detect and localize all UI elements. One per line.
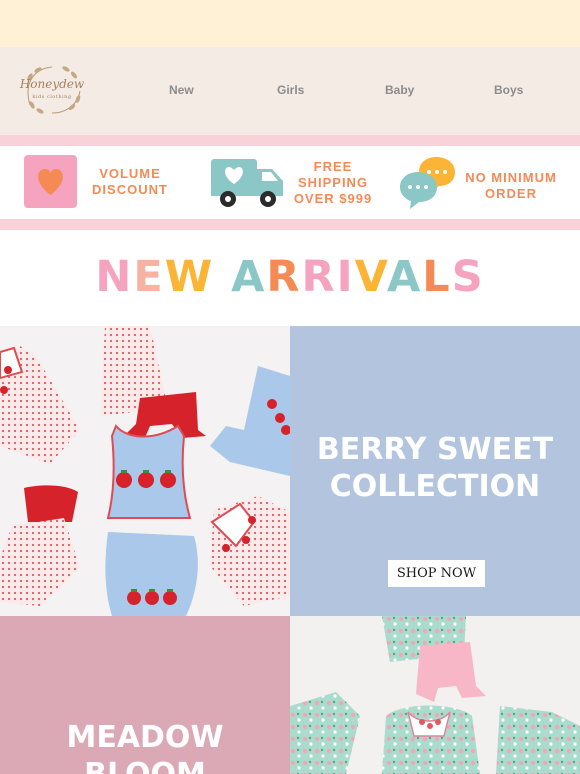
divider-strip (0, 135, 580, 146)
perk-volume-discount: VOLUME DISCOUNT (92, 166, 168, 197)
meadow-bloom-collection-panel: MEADOW BLOOM (0, 616, 290, 774)
floral-outfits-image (290, 616, 580, 774)
top-announcement-bar (0, 0, 580, 47)
berry-sweet-product-photo[interactable] (0, 326, 290, 616)
heart-icon (24, 155, 77, 208)
nav-item-girls[interactable]: Girls (277, 83, 304, 97)
nav-item-baby[interactable]: Baby (385, 83, 414, 97)
perks-banner: VOLUME DISCOUNT FREE SHIPPING OVER $999 … (0, 146, 580, 219)
header-nav: Honeydew kids clothing New Girls Baby Bo… (0, 47, 580, 135)
nav-item-boys[interactable]: Boys (494, 83, 523, 97)
meadow-bloom-product-photo[interactable] (290, 616, 580, 774)
chat-bubbles-icon (400, 157, 455, 209)
new-arrivals-title: NEW ARRIVALS (95, 252, 485, 302)
brand-name: Honeydew (19, 77, 85, 91)
perk-no-minimum-order: NO MINIMUM ORDER (465, 170, 557, 201)
meadow-bloom-title: MEADOW BLOOM (66, 720, 224, 774)
divider-strip (0, 219, 580, 230)
berry-outfits-image (0, 326, 290, 616)
new-arrivals-heading-section: NEW ARRIVALS (0, 230, 580, 326)
shop-now-button[interactable]: SHOP NOW (388, 560, 485, 587)
berry-sweet-title: BERRY SWEET COLLECTION (316, 432, 554, 504)
nav-item-new[interactable]: New (169, 83, 194, 97)
truck-icon (211, 159, 283, 207)
brand-logo[interactable]: Honeydew kids clothing (18, 61, 86, 119)
brand-tagline: kids clothing (32, 94, 72, 100)
perk-free-shipping: FREE SHIPPING OVER $999 (293, 159, 373, 206)
